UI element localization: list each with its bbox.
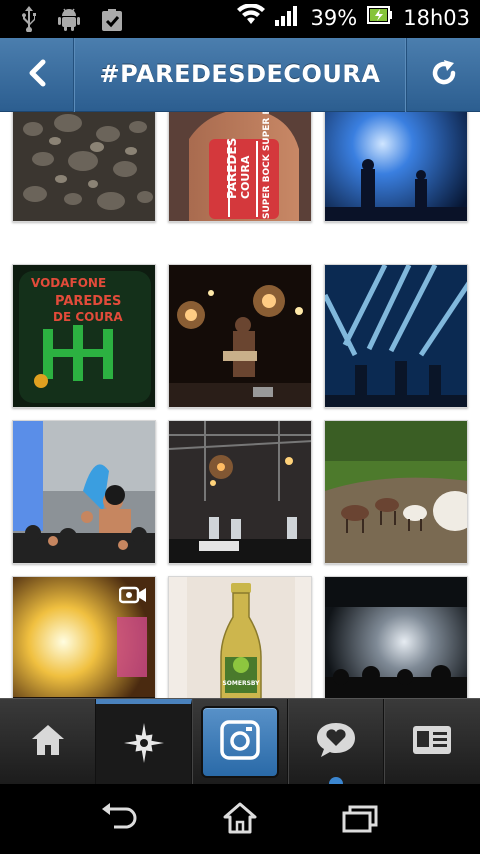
- photo-grid: PAREDES COURA SUPER BOCK SUPER ROCK VODA…: [0, 112, 480, 698]
- system-nav-bar: [0, 784, 480, 854]
- system-home-button[interactable]: [210, 798, 270, 842]
- status-bar: 39% 18h03: [0, 0, 480, 38]
- projection-sign-text: PAREDES: [55, 294, 121, 309]
- projection-sign-text: DE COURA: [53, 310, 123, 324]
- battery-percent: 39%: [310, 5, 358, 30]
- system-recent-apps-button[interactable]: [330, 798, 390, 842]
- battery-charging-icon: [367, 5, 393, 30]
- wifi-icon: [236, 3, 265, 31]
- app-header: #PAREDESDECOURA: [0, 38, 480, 112]
- page-title: #PAREDESDECOURA: [99, 60, 381, 88]
- system-back-button[interactable]: [90, 798, 150, 842]
- camera-button[interactable]: [200, 706, 279, 778]
- wristband-text: COURA: [239, 155, 252, 199]
- clock: 18h03: [403, 5, 470, 30]
- tab-home[interactable]: [0, 699, 96, 785]
- back-arrow-icon: [100, 803, 140, 837]
- explore-star-icon: [122, 721, 166, 769]
- tab-explore[interactable]: [96, 699, 192, 785]
- tab-activity[interactable]: [288, 699, 384, 785]
- chevron-left-icon: [26, 59, 48, 91]
- photo-thumbnail[interactable]: PAREDES COURA SUPER BOCK SUPER ROCK: [168, 112, 312, 222]
- video-camera-icon: [118, 585, 147, 609]
- photo-thumbnail[interactable]: [12, 420, 156, 564]
- android-debug-icon: [56, 6, 82, 36]
- photo-thumbnail[interactable]: [324, 420, 468, 564]
- camera-icon: [219, 720, 260, 764]
- back-button[interactable]: [0, 38, 74, 112]
- heart-bubble-icon: [315, 721, 357, 763]
- refresh-button[interactable]: [406, 38, 480, 112]
- profile-card-icon: [412, 725, 452, 759]
- photo-thumbnail[interactable]: [12, 112, 156, 222]
- projection-sign-text: VODAFONE: [31, 276, 106, 290]
- tab-profile[interactable]: [384, 699, 480, 785]
- photo-thumbnail[interactable]: [324, 112, 468, 222]
- photo-thumbnail[interactable]: [12, 576, 156, 698]
- refresh-icon: [429, 58, 459, 92]
- recent-apps-icon: [341, 803, 379, 837]
- wristband-text: SUPER BOCK SUPER ROCK: [262, 112, 272, 219]
- usb-icon: [20, 6, 38, 36]
- photo-thumbnail[interactable]: [324, 576, 468, 698]
- photo-thumbnail[interactable]: SOMERSBY: [168, 576, 312, 698]
- wristband-text: PAREDES: [225, 138, 239, 199]
- photo-thumbnail[interactable]: VODAFONE PAREDES DE COURA: [12, 264, 156, 408]
- clipboard-check-icon: [100, 6, 124, 36]
- photo-thumbnail[interactable]: [324, 264, 468, 408]
- bottom-tab-bar: [0, 698, 480, 785]
- tab-camera[interactable]: [192, 699, 288, 785]
- photo-thumbnail[interactable]: [168, 420, 312, 564]
- signal-icon: [274, 4, 301, 31]
- home-outline-icon: [222, 801, 258, 839]
- home-icon: [30, 723, 66, 761]
- bottle-label: SOMERSBY: [222, 680, 260, 687]
- photo-thumbnail[interactable]: [168, 264, 312, 408]
